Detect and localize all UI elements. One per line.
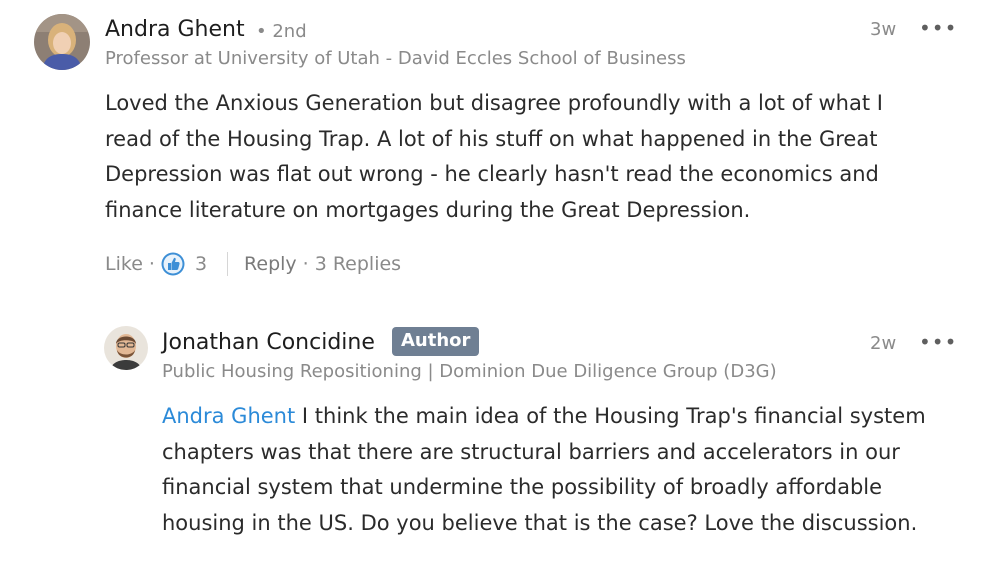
author-headline: Public Housing Repositioning | Dominion … [162,361,777,382]
mention-link[interactable]: Andra Ghent [162,404,295,428]
comment-body: Loved the Anxious Generation but disagre… [105,86,975,228]
thumbs-up-icon [161,252,185,276]
author-name[interactable]: Jonathan Concidine [162,330,375,355]
reply-button[interactable]: Reply [244,253,297,275]
comment-body: Andra Ghent I think the main idea of the… [162,399,992,541]
avatar-jonathan-concidine-icon [104,326,148,370]
comment-body-line: Depression was flat out wrong - he clear… [105,162,879,187]
comment-body-line: read of the Housing Trap. A lot of his s… [105,126,878,151]
author-badge: Author [392,327,480,356]
connection-degree: • 2nd [256,21,307,42]
like-button[interactable]: Like [105,253,143,275]
comment-body-line: Andra Ghent I think the main idea of the… [162,399,992,435]
comment-timestamp: 3w [870,19,897,40]
avatar-andra-ghent-icon [34,14,90,70]
comment-body-line: finance literature on mortgages during t… [105,197,751,222]
author-name[interactable]: Andra Ghent [105,17,245,42]
avatar[interactable] [34,14,90,70]
author-headline: Professor at University of Utah - David … [105,48,686,69]
comment-body-text: I think the main idea of the Housing Tra… [295,404,926,428]
reaction-count[interactable]: 3 [195,253,207,275]
separator-dot: · [302,253,309,275]
comment-actions: Like · 3 Reply · 3 Replies [105,250,401,278]
comment-body-line: housing in the US. Do you believe that i… [162,510,918,535]
more-options-icon[interactable]: ••• [919,332,957,352]
comment-body-line: chapters was that there are structural b… [162,439,900,464]
avatar[interactable] [104,326,148,370]
more-options-icon[interactable]: ••• [919,18,957,38]
comment-body-line: Loved the Anxious Generation but disagre… [105,91,883,115]
comment-timestamp: 2w [870,333,897,354]
separator-dot: · [148,253,155,275]
comment-body-line: financial system that undermine the poss… [162,475,883,500]
action-divider [227,252,229,276]
replies-link[interactable]: 3 Replies [315,253,401,275]
